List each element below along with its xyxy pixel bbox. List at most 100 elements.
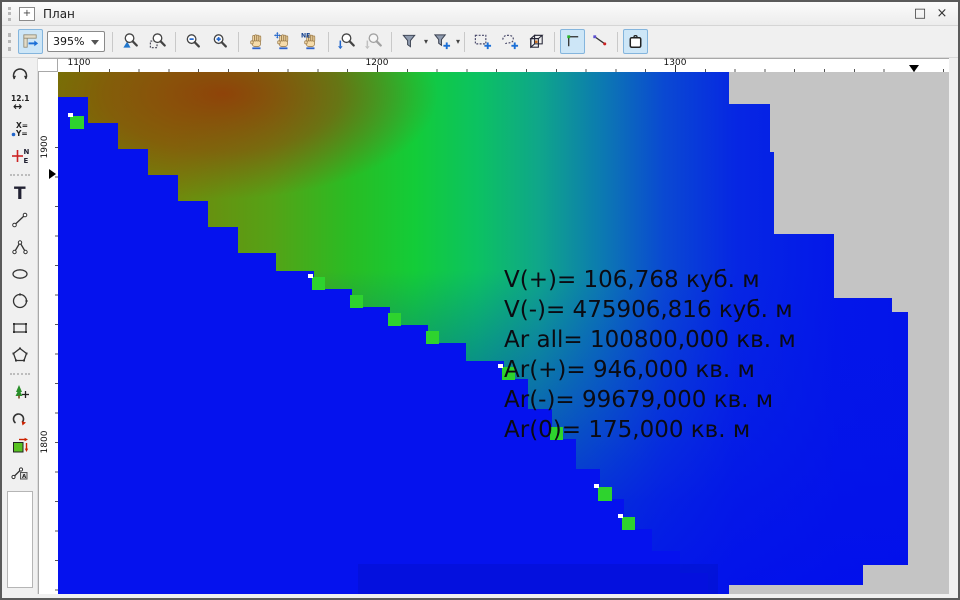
toolbar-grip[interactable] (8, 33, 11, 51)
zoom-in-icon (211, 32, 230, 51)
zoom-extents-icon (121, 32, 140, 51)
cube-3d-button[interactable] (524, 29, 549, 54)
rectangle-tool[interactable] (7, 315, 33, 341)
rotate-arc-tool[interactable] (7, 62, 33, 88)
clipboard-object-button[interactable] (623, 29, 648, 54)
cube-3d-icon (527, 32, 546, 51)
zoom-next-button[interactable] (361, 29, 386, 54)
filter-dropdown-caret[interactable]: ▾ (424, 37, 428, 46)
measure-distance-icon: 12.1 ↔ (10, 92, 30, 112)
ellipse-icon (10, 264, 30, 284)
zoom-previous-icon (337, 32, 356, 51)
pan-hand-move-icon (274, 32, 293, 51)
volume-positive: V(+)= 106,768 куб. м (504, 265, 796, 295)
svg-text:NE: NE (301, 33, 310, 40)
toolbar-separator (175, 32, 176, 52)
filter-add-dropdown-caret[interactable]: ▾ (456, 37, 460, 46)
chevron-down-icon (91, 40, 99, 45)
filter-add-button[interactable] (429, 29, 454, 54)
fill-cell-icon (10, 436, 30, 456)
main-toolbar: 395% (2, 26, 958, 58)
snap-line-button[interactable] (587, 29, 612, 54)
line-label-tool[interactable]: A (7, 460, 33, 486)
circle-tool[interactable] (7, 288, 33, 314)
zoom-extents-button[interactable] (118, 29, 143, 54)
horizontal-ruler: 1100 1200 1300 (58, 58, 949, 72)
vruler-label: 1800 (40, 431, 50, 454)
polyline-icon (10, 237, 30, 257)
origin-tool-icon (21, 32, 40, 51)
north-east-tool[interactable]: N E (7, 143, 33, 169)
north-east-icon: N E (10, 146, 30, 166)
plus-icon: + (23, 8, 31, 19)
area-zero: Ar(0)= 175,000 кв. м (504, 415, 796, 445)
area-negative: Ar(-)= 99679,000 кв. м (504, 385, 796, 415)
toolbar-separator (464, 32, 465, 52)
text-tool-icon: T (10, 183, 30, 203)
pan-hand-ne-button[interactable]: NE (298, 29, 323, 54)
maximize-button[interactable]: □ (912, 6, 928, 21)
toolbar-separator (10, 174, 30, 176)
select-rect-add-icon (473, 32, 492, 51)
clipboard-object-icon (626, 32, 645, 51)
tab-add-button[interactable]: + (19, 7, 35, 21)
toolbar-separator (10, 373, 30, 375)
cursor-position-marker-y (49, 169, 56, 179)
point-coordinates-tool[interactable]: X= Y= (7, 116, 33, 142)
pan-hand-icon (247, 32, 266, 51)
uturn-arrow-tool[interactable] (7, 406, 33, 432)
tree-point-icon (10, 382, 30, 402)
plan-canvas[interactable]: V(+)= 106,768 куб. м V(-)= 475906,816 ку… (58, 72, 949, 594)
filter-add-icon (432, 32, 451, 51)
titlebar: + План □ × (2, 2, 958, 26)
ellipse-tool[interactable] (7, 261, 33, 287)
svg-text:N: N (23, 148, 29, 156)
toolbar-separator (328, 32, 329, 52)
rotate-arc-icon (10, 65, 30, 85)
measure-distance-tool[interactable]: 12.1 ↔ (7, 89, 33, 115)
pan-hand-button[interactable] (244, 29, 269, 54)
tree-point-tool[interactable] (7, 379, 33, 405)
vruler-label: 1900 (40, 136, 50, 159)
select-lasso-add-icon (500, 32, 519, 51)
svg-text:T: T (14, 184, 26, 203)
filter-icon (400, 32, 419, 51)
zoom-level-select[interactable]: 395% (47, 31, 105, 52)
hruler-major-tick (675, 65, 676, 72)
zoom-next-icon (364, 32, 383, 51)
toolbar-separator (112, 32, 113, 52)
app-window: + План □ × 395% (0, 0, 960, 600)
zoom-previous-button[interactable] (334, 29, 359, 54)
titlebar-grip[interactable] (8, 7, 11, 21)
svg-text:A: A (22, 474, 27, 480)
circle-icon (10, 291, 30, 311)
select-rect-add-button[interactable] (470, 29, 495, 54)
zoom-window-button[interactable] (145, 29, 170, 54)
segment-icon (10, 210, 30, 230)
text-tool[interactable]: T (7, 180, 33, 206)
svg-text:↔: ↔ (13, 100, 22, 112)
segment-tool[interactable] (7, 207, 33, 233)
select-lasso-add-button[interactable] (497, 29, 522, 54)
hruler-major-tick (377, 65, 378, 72)
snap-corner-button[interactable] (560, 29, 585, 54)
area-all: Ar all= 100800,000 кв. м (504, 325, 796, 355)
pan-hand-move-button[interactable] (271, 29, 296, 54)
rectangle-icon (10, 318, 30, 338)
zoom-in-button[interactable] (208, 29, 233, 54)
polygon-tool[interactable] (7, 342, 33, 368)
zoom-level-value: 395% (53, 35, 84, 48)
toolbar-separator (617, 32, 618, 52)
fill-cell-tool[interactable] (7, 433, 33, 459)
zoom-out-button[interactable] (181, 29, 206, 54)
polygon-icon (10, 345, 30, 365)
close-button[interactable]: × (934, 6, 950, 21)
window-bottom-margin (2, 594, 958, 600)
polyline-tool[interactable] (7, 234, 33, 260)
vertical-ruler: 1900 1800 (38, 72, 58, 594)
filter-button[interactable] (397, 29, 422, 54)
tool-options-panel (7, 491, 33, 588)
point-coordinates-icon: X= Y= (10, 119, 30, 139)
measurement-results: V(+)= 106,768 куб. м V(-)= 475906,816 ку… (504, 265, 796, 445)
origin-tool-button[interactable] (18, 29, 43, 54)
